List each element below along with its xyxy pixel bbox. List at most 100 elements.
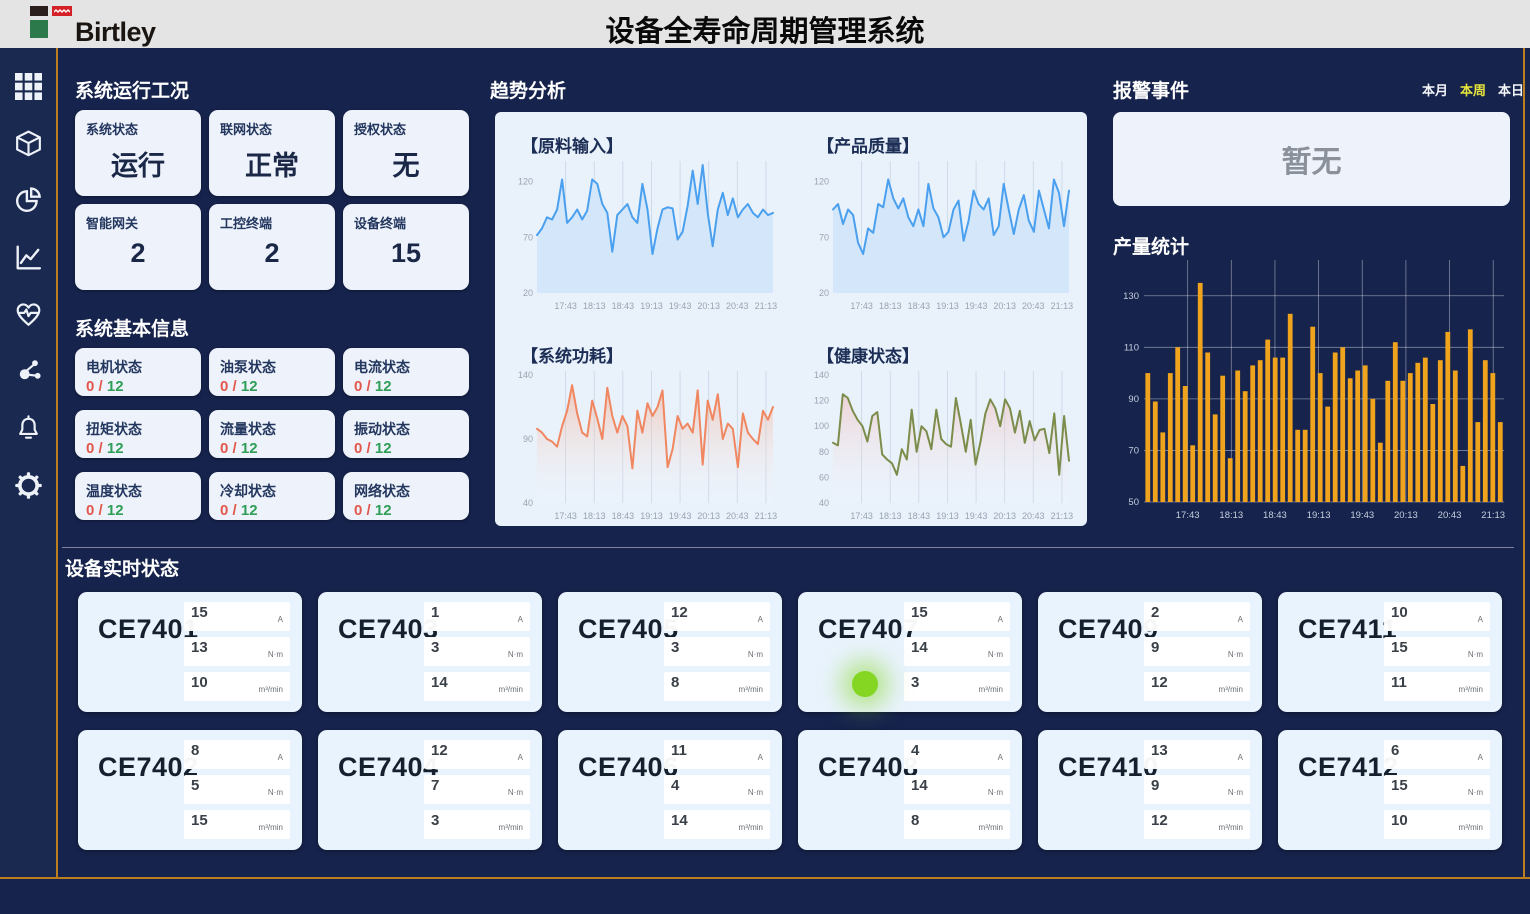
- device-metric-row: 4N·m: [664, 775, 770, 804]
- device-metric-row: 4A: [904, 740, 1010, 769]
- metric-unit: N·m: [988, 650, 1003, 659]
- info-card-counts: 0 / 12: [220, 440, 324, 457]
- device-metric-row: 3N·m: [664, 637, 770, 666]
- info-card-5[interactable]: 流量状态0 / 12: [209, 410, 335, 458]
- device-card-CE7405[interactable]: CE740512A3N·m8m³/min: [558, 592, 782, 712]
- device-metric-row: 8m³/min: [904, 810, 1010, 839]
- alarm-tab-3[interactable]: 本日: [1498, 80, 1524, 99]
- metric-value: 5: [191, 777, 199, 804]
- info-card-label: 扭矩状态: [86, 419, 190, 439]
- info-card-counts: 0 / 12: [354, 440, 458, 457]
- info-card-6[interactable]: 振动状态0 / 12: [343, 410, 469, 458]
- metric-unit: N·m: [748, 650, 763, 659]
- status-card-6[interactable]: 设备终端15: [343, 204, 469, 290]
- svg-text:17:43: 17:43: [554, 511, 577, 521]
- device-card-CE7408[interactable]: CE74084A14N·m8m³/min: [798, 730, 1022, 850]
- metric-value: 15: [191, 604, 208, 631]
- info-card-3[interactable]: 电流状态0 / 12: [343, 348, 469, 396]
- device-card-CE7411[interactable]: CE741110A15N·m11m³/min: [1278, 592, 1502, 712]
- device-card-CE7407[interactable]: CE740715A14N·m3m³/min: [798, 592, 1022, 712]
- device-metric-row: 3m³/min: [424, 810, 530, 839]
- device-card-CE7404[interactable]: CE740412A7N·m3m³/min: [318, 730, 542, 850]
- alarm-tab-2[interactable]: 本周: [1460, 80, 1486, 99]
- svg-text:19:13: 19:13: [640, 511, 663, 521]
- status-card-1[interactable]: 系统状态运行: [75, 110, 201, 196]
- cube-3d-icon[interactable]: [14, 129, 42, 157]
- device-metric-row: 8A: [184, 740, 290, 769]
- metric-value: 12: [431, 742, 448, 769]
- svg-text:20:13: 20:13: [993, 301, 1016, 311]
- device-metric-row: 3m³/min: [904, 672, 1010, 701]
- info-card-counts: 0 / 12: [86, 378, 190, 395]
- device-card-CE7406[interactable]: CE740611A4N·m14m³/min: [558, 730, 782, 850]
- metric-value: 8: [191, 742, 199, 769]
- svg-text:120: 120: [518, 177, 533, 187]
- device-metrics: 12A7N·m3m³/min: [424, 740, 530, 839]
- bell-icon[interactable]: [14, 414, 42, 442]
- trend-chart-2: 【产品质量】17:4318:1318:4319:1319:4320:1320:4…: [791, 116, 1087, 326]
- device-metric-row: 2A: [1144, 602, 1250, 631]
- health-heart-icon[interactable]: [14, 300, 42, 328]
- device-metric-row: 14N·m: [904, 637, 1010, 666]
- alarm-empty-text: 暂无: [1282, 137, 1342, 181]
- svg-text:18:13: 18:13: [583, 511, 606, 521]
- device-cards-grid: CE740115A13N·m10m³/minCE74031A3N·m14m³/m…: [78, 592, 1502, 850]
- device-card-CE7409[interactable]: CE74092A9N·m12m³/min: [1038, 592, 1262, 712]
- device-metrics: 2A9N·m12m³/min: [1144, 602, 1250, 701]
- metric-value: 11: [1391, 674, 1407, 701]
- device-card-CE7402[interactable]: CE74028A5N·m15m³/min: [78, 730, 302, 850]
- production-chart-svg: 17:4318:1318:4319:1319:4320:1320:4321:13…: [1110, 254, 1514, 534]
- trend-chart-svg: 17:4318:1318:4319:1319:4320:1320:4321:13…: [805, 157, 1077, 321]
- device-metrics: 12A3N·m8m³/min: [664, 602, 770, 701]
- svg-text:70: 70: [819, 232, 829, 242]
- status-card-value: 2: [220, 238, 324, 269]
- status-card-label: 授权状态: [354, 119, 458, 138]
- metric-unit: A: [1238, 753, 1243, 762]
- info-card-8[interactable]: 冷却状态0 / 12: [209, 472, 335, 520]
- apps-grid-icon[interactable]: [14, 72, 42, 100]
- info-card-counts: 0 / 12: [86, 440, 190, 457]
- metric-value: 4: [671, 777, 679, 804]
- svg-text:19:13: 19:13: [1307, 510, 1331, 521]
- info-card-4[interactable]: 扭矩状态0 / 12: [75, 410, 201, 458]
- pie-chart-icon[interactable]: [14, 186, 42, 214]
- svg-text:17:43: 17:43: [850, 301, 873, 311]
- device-metrics: 11A4N·m14m³/min: [664, 740, 770, 839]
- status-card-2[interactable]: 联网状态正常: [209, 110, 335, 196]
- device-metric-row: 14m³/min: [424, 672, 530, 701]
- settings-gear-icon[interactable]: [14, 471, 42, 499]
- svg-text:17:43: 17:43: [1176, 510, 1200, 521]
- svg-text:120: 120: [814, 177, 829, 187]
- alarm-tab-1[interactable]: 本月: [1422, 80, 1448, 99]
- alarm-count: 0 /: [354, 440, 375, 457]
- metric-value: 10: [191, 674, 208, 701]
- status-card-5[interactable]: 工控终端2: [209, 204, 335, 290]
- info-card-7[interactable]: 温度状态0 / 12: [75, 472, 201, 520]
- alarm-empty-card: 暂无: [1113, 112, 1510, 206]
- svg-text:20:13: 20:13: [697, 511, 720, 521]
- device-metric-row: 11 m³/min: [1384, 672, 1490, 701]
- info-card-9[interactable]: 网络状态0 / 12: [343, 472, 469, 520]
- metric-value: 9: [1151, 777, 1159, 804]
- metric-unit: m³/min: [739, 685, 763, 694]
- device-card-CE7412[interactable]: CE74126A15N·m10m³/min: [1278, 730, 1502, 850]
- trend-chart-1: 【原料输入】17:4318:1318:4319:1319:4320:1320:4…: [495, 116, 791, 326]
- page-title: 设备全寿命周期管理系统: [0, 8, 1530, 50]
- info-card-counts: 0 / 12: [220, 378, 324, 395]
- status-card-4[interactable]: 智能网关2: [75, 204, 201, 290]
- device-card-CE7401[interactable]: CE740115A13N·m10m³/min: [78, 592, 302, 712]
- svg-text:20:43: 20:43: [1438, 510, 1462, 521]
- device-card-CE7410[interactable]: CE741013A9N·m12m³/min: [1038, 730, 1262, 850]
- info-card-1[interactable]: 电机状态0 / 12: [75, 348, 201, 396]
- run-status-title: 系统运行工况: [75, 76, 189, 103]
- line-chart-icon[interactable]: [14, 243, 42, 271]
- device-metric-row: 5N·m: [184, 775, 290, 804]
- molecule-icon[interactable]: [14, 357, 42, 385]
- metric-unit: m³/min: [739, 823, 763, 832]
- info-card-2[interactable]: 油泵状态0 / 12: [209, 348, 335, 396]
- metric-unit: m³/min: [1459, 685, 1483, 694]
- device-card-CE7403[interactable]: CE74031A3N·m14m³/min: [318, 592, 542, 712]
- status-card-value: 运行: [86, 144, 190, 183]
- status-card-3[interactable]: 授权状态无: [343, 110, 469, 196]
- left-sidebar: [0, 48, 58, 877]
